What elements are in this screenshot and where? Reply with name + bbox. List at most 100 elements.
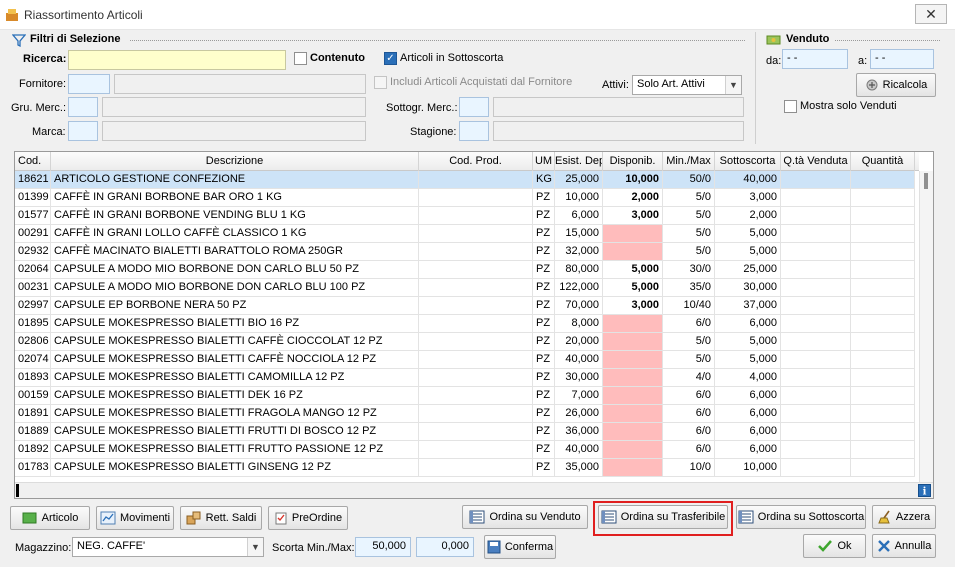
column-header-desc[interactable]: Descrizione [51,152,419,171]
table-row[interactable]: 00291 CAFFÈ IN GRANI LOLLO CAFFÈ CLASSICO… [15,225,915,243]
a-date-input[interactable]: - - [870,49,934,69]
azzera-button[interactable]: Azzera [872,505,936,529]
attivi-select[interactable]: Solo Art. Attivi ▼ [632,75,742,95]
rett-saldi-button[interactable]: Rett. Saldi [180,506,262,530]
column-header-um[interactable]: UM [533,152,555,171]
magazzino-select[interactable]: NEG. CAFFE' ▼ [72,537,264,557]
table-row[interactable]: 01889 CAPSULE MOKESPRESSO BIALETTI FRUTTI… [15,423,915,441]
cell-qta[interactable] [851,369,915,387]
boxes-icon [186,511,201,525]
mostra-venduti-checkbox[interactable] [784,100,797,113]
table-row[interactable]: 01399 CAFFÈ IN GRANI BORBONE BAR ORO 1 KG… [15,189,915,207]
cell-minmax: 5/0 [663,189,715,207]
includi-checkbox[interactable] [374,76,387,89]
cell-um: PZ [533,243,555,261]
cell-qta[interactable] [851,279,915,297]
check-icon [818,540,833,552]
info-icon[interactable]: i [918,484,931,497]
scorta-min-input[interactable]: 50,000 [355,537,411,557]
cell-qta[interactable] [851,297,915,315]
cell-qta[interactable] [851,441,915,459]
sottogr-desc-field [493,97,744,117]
ordina-venduto-button[interactable]: Ordina su Venduto [462,505,588,529]
table-row[interactable]: 02074 CAPSULE MOKESPRESSO BIALETTI CAFFÈ … [15,351,915,369]
cell-qta[interactable] [851,243,915,261]
cell-qta[interactable] [851,423,915,441]
cell-qta[interactable] [851,207,915,225]
scorta-max-input[interactable]: 0,000 [416,537,474,557]
column-header-sotto[interactable]: Sottoscorta [715,152,781,171]
filters-divider [130,40,745,41]
table-row[interactable]: 01892 CAPSULE MOKESPRESSO BIALETTI FRUTTO… [15,441,915,459]
cell-qta[interactable] [851,459,915,477]
table-row[interactable]: 00231 CAPSULE A MODO MIO BORBONE DON CARL… [15,279,915,297]
table-row[interactable]: 00159 CAPSULE MOKESPRESSO BIALETTI DEK 16… [15,387,915,405]
marca-code-input[interactable] [68,121,98,141]
ok-button[interactable]: Ok [803,534,866,558]
cell-qta[interactable] [851,315,915,333]
cell-qta[interactable] [851,171,915,189]
clipboard-icon [275,512,287,525]
cell-disp [603,369,663,387]
sottoscorta-checkbox[interactable]: ✓ [384,52,397,65]
contenuto-checkbox[interactable] [294,52,307,65]
cell-minmax: 6/0 [663,387,715,405]
vertical-scrollbar[interactable] [919,171,933,484]
movimenti-button[interactable]: Movimenti [96,506,174,530]
table-row[interactable]: 01783 CAPSULE MOKESPRESSO BIALETTI GINSEN… [15,459,915,477]
table-row[interactable]: 01577 CAFFÈ IN GRANI BORBONE VENDING BLU … [15,207,915,225]
sottogr-label: Sottogr. Merc.: [386,102,458,114]
column-header-qta[interactable]: Quantità [851,152,915,171]
cell-qta[interactable] [851,225,915,243]
close-button[interactable]: ✕ [915,4,947,24]
table-row[interactable]: 01895 CAPSULE MOKESPRESSO BIALETTI BIO 16… [15,315,915,333]
horizontal-scrollbar[interactable]: i [15,482,933,498]
scroll-thumb[interactable] [924,173,928,189]
gru-merc-label: Gru. Merc.: [11,102,67,114]
ricalcola-button[interactable]: Ricalcola [856,73,936,97]
cell-sotto: 25,000 [715,261,781,279]
ricerca-input[interactable] [68,50,286,70]
stagione-code-input[interactable] [459,121,489,141]
article-icon [22,512,37,524]
cell-codprod [419,369,533,387]
column-header-disp[interactable]: Disponib. [603,152,663,171]
preordine-button[interactable]: PreOrdine [268,506,348,530]
column-header-qv[interactable]: Q.tà Venduta [781,152,851,171]
table-row[interactable]: 02997 CAPSULE EP BORBONE NERA 50 PZ PZ 70,0… [15,297,915,315]
cell-codprod [419,225,533,243]
cell-esist: 35,000 [555,459,603,477]
cell-sotto: 6,000 [715,405,781,423]
ordina-trasferibile-button[interactable]: Ordina su Trasferibile [598,505,728,529]
cell-qta[interactable] [851,189,915,207]
cell-um: PZ [533,351,555,369]
column-header-esist[interactable]: Esist. Dep. [555,152,603,171]
table-row[interactable]: 02064 CAPSULE A MODO MIO BORBONE DON CARL… [15,261,915,279]
cell-qta[interactable] [851,351,915,369]
cell-sotto: 5,000 [715,333,781,351]
cell-qta[interactable] [851,333,915,351]
da-date-input[interactable]: - - [782,49,848,69]
table-row[interactable]: 02806 CAPSULE MOKESPRESSO BIALETTI CAFFÈ … [15,333,915,351]
grid-header: Cod. Descrizione Cod. Prod. UM Esist. Dep. Di… [15,152,919,171]
ordina-sottoscorta-button[interactable]: Ordina su Sottoscorta [736,505,866,529]
column-header-cod[interactable]: Cod. [15,152,51,171]
sottogr-code-input[interactable] [459,97,489,117]
cell-codprod [419,279,533,297]
table-row[interactable]: 02932 CAFFÈ MACINATO BIALETTI BARATTOLO R… [15,243,915,261]
annulla-button[interactable]: Annulla [872,534,936,558]
articolo-button[interactable]: Articolo [10,506,90,530]
cell-qv [781,333,851,351]
cell-minmax: 5/0 [663,351,715,369]
table-row[interactable]: 18621 ARTICOLO GESTIONE CONFEZIONE KG 25,00… [15,171,915,189]
cell-qta[interactable] [851,261,915,279]
cell-qta[interactable] [851,387,915,405]
cell-qta[interactable] [851,405,915,423]
table-row[interactable]: 01891 CAPSULE MOKESPRESSO BIALETTI FRAGOL… [15,405,915,423]
gru-merc-code-input[interactable] [68,97,98,117]
column-header-minmax[interactable]: Min./Max [663,152,715,171]
column-header-codprod[interactable]: Cod. Prod. [419,152,533,171]
fornitore-code-input[interactable] [68,74,110,94]
conferma-button[interactable]: Conferma [484,535,556,559]
table-row[interactable]: 01893 CAPSULE MOKESPRESSO BIALETTI CAMOMI… [15,369,915,387]
